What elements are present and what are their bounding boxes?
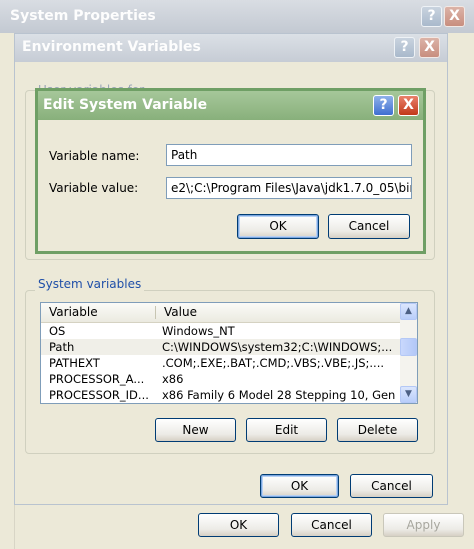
variable-cell: OS [49, 324, 66, 338]
variable-cell: PROCESSOR_ID... [49, 388, 149, 402]
close-icon[interactable]: X [444, 6, 465, 27]
help-icon[interactable]: ? [394, 37, 415, 58]
environment-variables-titlebar[interactable]: Environment Variables ? X [15, 34, 447, 62]
system-properties-ok-button[interactable]: OK [198, 513, 279, 537]
variable-value-label: Variable value: [49, 181, 139, 195]
table-row[interactable]: OS Windows_NT [41, 323, 401, 339]
table-row[interactable]: PROCESSOR_A... x86 [41, 371, 401, 387]
table-row[interactable]: PROCESSOR_ID... x86 Family 6 Model 28 St… [41, 387, 401, 403]
scroll-thumb[interactable] [400, 338, 417, 356]
system-properties-apply-button[interactable]: Apply [383, 513, 464, 537]
system-variables-list[interactable]: Variable Value OS Windows_NT Path C:\WIN… [40, 302, 418, 404]
variable-value-field[interactable]: e2\;C:\Program Files\Java\jdk1.7.0_05\bi… [166, 177, 412, 199]
column-header-value[interactable]: Value [164, 305, 197, 319]
table-row-selected[interactable]: Path C:\WINDOWS\system32;C:\WINDOWS;... [41, 339, 401, 355]
scroll-down-icon[interactable]: ▼ [400, 386, 417, 403]
system-properties-body-edge-right [446, 33, 474, 549]
value-cell: x86 [162, 372, 184, 386]
edit-system-variable-titlebar[interactable]: Edit System Variable ? X [38, 91, 423, 120]
value-cell: .COM;.EXE;.BAT;.CMD;.VBS;.VBE;.JS;.... [162, 356, 385, 370]
edit-system-variable-dialog: Edit System Variable ? X Variable name: … [35, 88, 426, 254]
variable-cell: PATHEXT [49, 356, 100, 370]
variable-name-field[interactable]: Path [166, 144, 412, 166]
column-header-variable[interactable]: Variable [49, 305, 98, 319]
variable-name-label: Variable name: [49, 149, 140, 163]
column-divider[interactable] [155, 306, 156, 319]
list-header: Variable Value [41, 303, 401, 323]
environment-ok-button[interactable]: OK [260, 474, 339, 498]
edit-cancel-button[interactable]: Cancel [328, 214, 410, 239]
close-icon[interactable]: X [419, 37, 440, 58]
variable-cell: PROCESSOR_A... [49, 372, 145, 386]
help-icon[interactable]: ? [373, 95, 394, 116]
system-properties-body-edge [0, 33, 15, 549]
system-variables-label: System variables [35, 277, 145, 291]
environment-variables-title: Environment Variables [22, 39, 201, 55]
system-properties-titlebar[interactable]: System Properties ? X [0, 0, 474, 33]
value-cell: Windows_NT [162, 324, 235, 338]
value-cell: x86 Family 6 Model 28 Stepping 10, Gen..… [162, 388, 396, 402]
close-icon[interactable]: X [398, 95, 419, 116]
delete-variable-button[interactable]: Delete [337, 418, 418, 442]
scroll-up-icon[interactable]: ▲ [400, 303, 417, 320]
help-icon[interactable]: ? [421, 6, 442, 27]
environment-cancel-button[interactable]: Cancel [350, 474, 433, 498]
system-properties-title: System Properties [10, 8, 156, 24]
edit-variable-button[interactable]: Edit [246, 418, 327, 442]
edit-ok-button[interactable]: OK [237, 214, 319, 239]
value-cell: C:\WINDOWS\system32;C:\WINDOWS;... [162, 340, 393, 354]
table-row[interactable]: PATHEXT .COM;.EXE;.BAT;.CMD;.VBS;.VBE;.J… [41, 355, 401, 371]
edit-system-variable-title: Edit System Variable [43, 97, 208, 113]
variable-cell: Path [49, 340, 75, 354]
new-variable-button[interactable]: New [155, 418, 236, 442]
list-scrollbar[interactable]: ▲ ▼ [400, 303, 417, 403]
system-properties-cancel-button[interactable]: Cancel [291, 513, 372, 537]
